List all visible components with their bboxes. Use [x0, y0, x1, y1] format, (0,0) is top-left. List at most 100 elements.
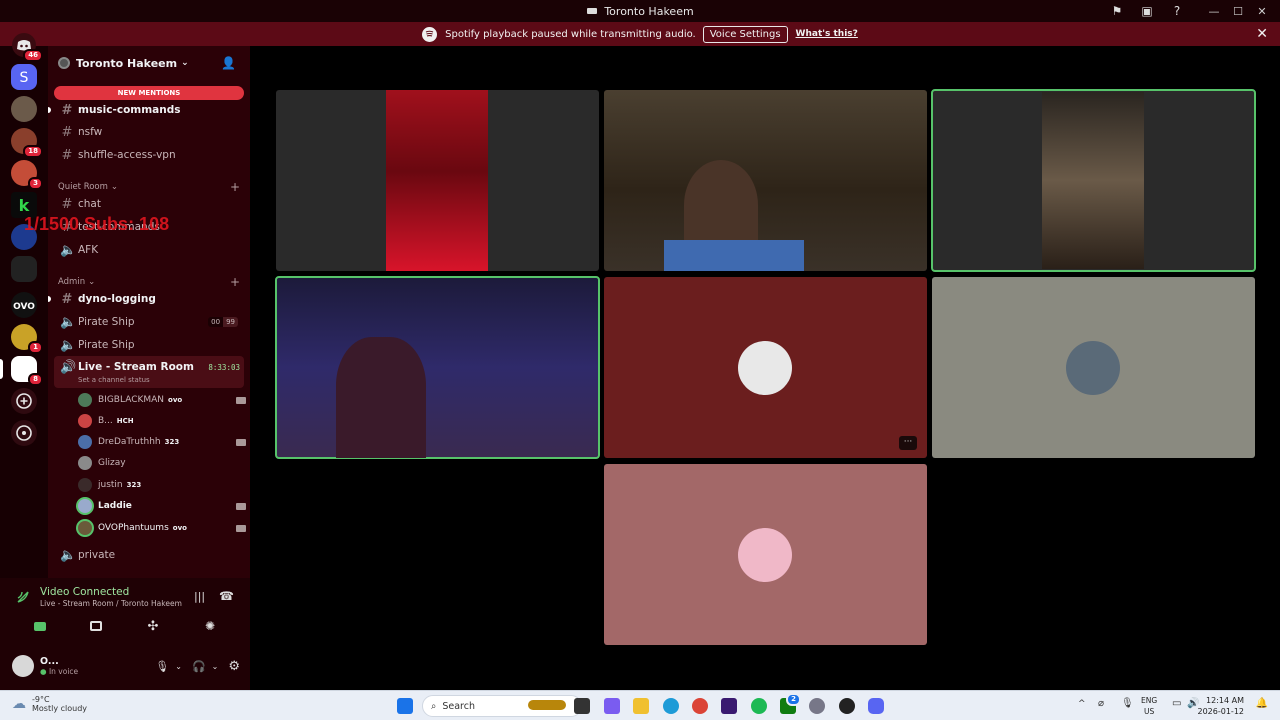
- soundboard-button[interactable]: ✺: [182, 616, 238, 636]
- screen-share-button[interactable]: [68, 616, 124, 636]
- channel-sidebar: Toronto Hakeem ⌄ 👤 NEW MENTIONS # music-c…: [48, 46, 250, 578]
- microphone-tray-icon[interactable]: 🎙: [1121, 698, 1134, 709]
- server-icon-yellow[interactable]: 1: [11, 324, 43, 354]
- edge-icon[interactable]: [663, 698, 679, 714]
- discover-button[interactable]: [11, 420, 37, 446]
- chrome-icon[interactable]: [692, 698, 708, 714]
- server-icon-ovo[interactable]: OVO: [11, 292, 37, 318]
- server-icon-photo-2[interactable]: 18: [11, 128, 43, 158]
- video-tile-purple-room[interactable]: [275, 276, 600, 459]
- chevron-down-icon: ⌄: [181, 58, 189, 68]
- xbox-icon[interactable]: 2: [780, 693, 801, 714]
- notifications-icon[interactable]: 🔔: [1256, 698, 1268, 709]
- settings-gear-icon[interactable]: ⚙: [228, 659, 240, 674]
- minimize-button[interactable]: —: [1202, 0, 1226, 22]
- voice-location[interactable]: Live - Stream Room / Toronto Hakeem: [40, 599, 182, 608]
- voice-user[interactable]: justin 323: [78, 475, 246, 495]
- network-off-icon[interactable]: ⌀: [1098, 698, 1104, 709]
- noise-suppression-icon[interactable]: |||: [194, 590, 205, 603]
- selected-server-pill: [0, 359, 3, 379]
- copilot-icon[interactable]: [604, 698, 620, 714]
- chevron-up-icon[interactable]: ^: [1078, 699, 1086, 709]
- headphones-icon[interactable]: 🎧: [192, 660, 206, 673]
- channel-pirate-ship-1[interactable]: 🔈 Pirate Ship 00 99: [56, 312, 246, 332]
- voice-status[interactable]: Video Connected: [40, 586, 129, 598]
- inbox-flag-icon[interactable]: ⚑: [1102, 0, 1132, 22]
- disconnect-icon[interactable]: ☎: [219, 589, 234, 603]
- channel-pirate-ship-2[interactable]: 🔈 Pirate Ship: [56, 335, 246, 355]
- voice-settings-button[interactable]: Voice Settings: [702, 25, 788, 43]
- close-notice-icon[interactable]: ✕: [1256, 26, 1268, 42]
- video-tile-face[interactable]: [931, 89, 1256, 272]
- microphone-icon[interactable]: 🎙: [155, 660, 169, 673]
- create-channel-icon[interactable]: +: [230, 180, 240, 194]
- channel-status[interactable]: Set a channel status: [78, 376, 150, 384]
- avatar: [78, 393, 92, 407]
- activities-button[interactable]: ✣: [125, 616, 181, 636]
- voice-user[interactable]: Laddie: [78, 496, 246, 516]
- title-bar: Toronto Hakeem ⚑ ▣ ? — ☐ ✕: [0, 0, 1280, 22]
- channel-nsfw[interactable]: # nsfw: [56, 122, 246, 142]
- channel-private[interactable]: 🔈 private: [56, 545, 246, 565]
- clock[interactable]: 12:14 AM 2026-01-12: [1198, 695, 1245, 717]
- chevron-down-icon[interactable]: ⌄: [175, 662, 182, 671]
- channel-music-commands[interactable]: # music-commands: [56, 100, 246, 120]
- chevron-down-icon[interactable]: ⌄: [212, 662, 219, 671]
- video-tile-camera-off-3[interactable]: [604, 464, 927, 645]
- create-channel-icon[interactable]: +: [230, 275, 240, 289]
- camera-button[interactable]: [12, 616, 68, 636]
- voice-user[interactable]: B... HCH: [78, 411, 246, 431]
- video-tile-camera-off-1[interactable]: ···: [604, 277, 927, 458]
- new-mentions-bar[interactable]: NEW MENTIONS: [54, 86, 244, 100]
- server-icon-selected[interactable]: 8: [11, 356, 43, 386]
- signal-icon: [17, 591, 29, 603]
- channel-afk[interactable]: 🔈 AFK: [56, 240, 246, 260]
- app-next-icon[interactable]: [721, 698, 737, 714]
- voice-user[interactable]: OVOPhantuums ovo: [78, 518, 246, 538]
- server-icon-s[interactable]: S: [11, 64, 37, 90]
- whats-this-link[interactable]: What's this?: [796, 29, 858, 39]
- spotify-taskbar-icon[interactable]: [751, 698, 767, 714]
- obs-icon[interactable]: [839, 698, 855, 714]
- weather-widget[interactable]: ☁ -9°C Mostly cloudy: [12, 695, 87, 713]
- more-options-icon[interactable]: ···: [899, 436, 917, 450]
- maximize-button[interactable]: ☐: [1226, 0, 1250, 22]
- plus-icon: [16, 393, 32, 409]
- discord-taskbar-icon[interactable]: [868, 698, 884, 714]
- close-window-button[interactable]: ✕: [1250, 0, 1274, 22]
- user-limit: 99: [223, 317, 238, 327]
- channel-live-stream-room[interactable]: 🔊 Live - Stream Room 8:33:03: [56, 357, 246, 377]
- language-indicator[interactable]: ENG US: [1141, 695, 1157, 717]
- channel-shuffle-access-vpn[interactable]: # shuffle-access-vpn: [56, 145, 246, 165]
- video-tile-camera-off-2[interactable]: [932, 277, 1255, 458]
- text-channel-icon: #: [61, 102, 73, 118]
- user-panel[interactable]: O... ● In voice 🎙 ⌄ 🎧 ⌄ ⚙: [12, 654, 240, 678]
- task-view-icon[interactable]: [574, 698, 590, 714]
- avatar: [738, 341, 792, 395]
- settings-taskbar-icon[interactable]: [809, 698, 825, 714]
- add-server-button[interactable]: [11, 388, 37, 414]
- video-tile-bedroom[interactable]: [604, 90, 927, 271]
- display-icon[interactable]: ▭: [1172, 698, 1181, 709]
- server-icon-dark[interactable]: [11, 256, 37, 282]
- text-channel-icon: #: [61, 124, 73, 140]
- category-quiet-room[interactable]: Quiet Room ⌄ +: [58, 180, 240, 194]
- channel-dyno-logging[interactable]: # dyno-logging: [56, 289, 246, 309]
- user-status: In voice: [48, 667, 79, 676]
- voice-user[interactable]: BIGBLACKMAN ovo: [78, 390, 246, 410]
- voice-user[interactable]: Glizay: [78, 453, 246, 473]
- file-explorer-icon[interactable]: [633, 698, 649, 714]
- server-icon-photo-3[interactable]: 3: [11, 160, 43, 190]
- video-tile-red-room[interactable]: [276, 90, 599, 271]
- server-icon-photo-1[interactable]: [11, 96, 37, 122]
- channel-chat[interactable]: # chat: [56, 194, 246, 214]
- voice-user[interactable]: DreDaTruthhh 323: [78, 432, 246, 452]
- screen-share-icon: [90, 621, 102, 631]
- start-icon[interactable]: [397, 698, 413, 714]
- category-admin[interactable]: Admin ⌄ +: [58, 275, 240, 289]
- invite-people-icon[interactable]: 👤: [221, 56, 236, 70]
- inbox-icon[interactable]: ▣: [1132, 0, 1162, 22]
- help-icon[interactable]: ?: [1162, 0, 1192, 22]
- discord-home-button[interactable]: 46: [11, 32, 43, 62]
- server-header[interactable]: Toronto Hakeem ⌄ 👤: [48, 46, 250, 80]
